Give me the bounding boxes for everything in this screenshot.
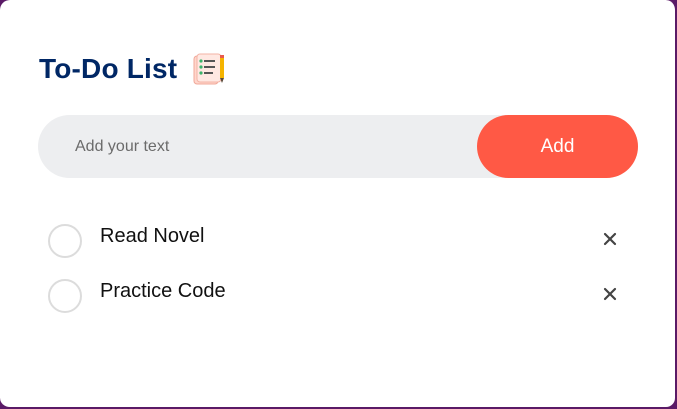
add-task-row: Add bbox=[38, 114, 638, 179]
add-button[interactable]: Add bbox=[477, 115, 638, 178]
todo-card: To-Do List Add Read Novel bbox=[0, 0, 676, 408]
notepad-icon bbox=[191, 52, 227, 86]
page-title: To-Do List bbox=[39, 53, 178, 84]
task-checkbox[interactable] bbox=[48, 279, 82, 313]
task-checkbox[interactable] bbox=[48, 224, 82, 258]
close-icon[interactable] bbox=[598, 282, 622, 306]
header: To-Do List bbox=[39, 52, 227, 86]
task-label: Practice Code bbox=[100, 280, 226, 302]
close-icon[interactable] bbox=[598, 227, 622, 251]
task-input[interactable] bbox=[38, 114, 477, 179]
list-item[interactable]: Practice Code bbox=[48, 274, 638, 329]
list-item[interactable]: Read Novel bbox=[48, 219, 638, 274]
task-label: Read Novel bbox=[100, 225, 205, 247]
task-list: Read Novel Practice Code bbox=[48, 219, 638, 329]
